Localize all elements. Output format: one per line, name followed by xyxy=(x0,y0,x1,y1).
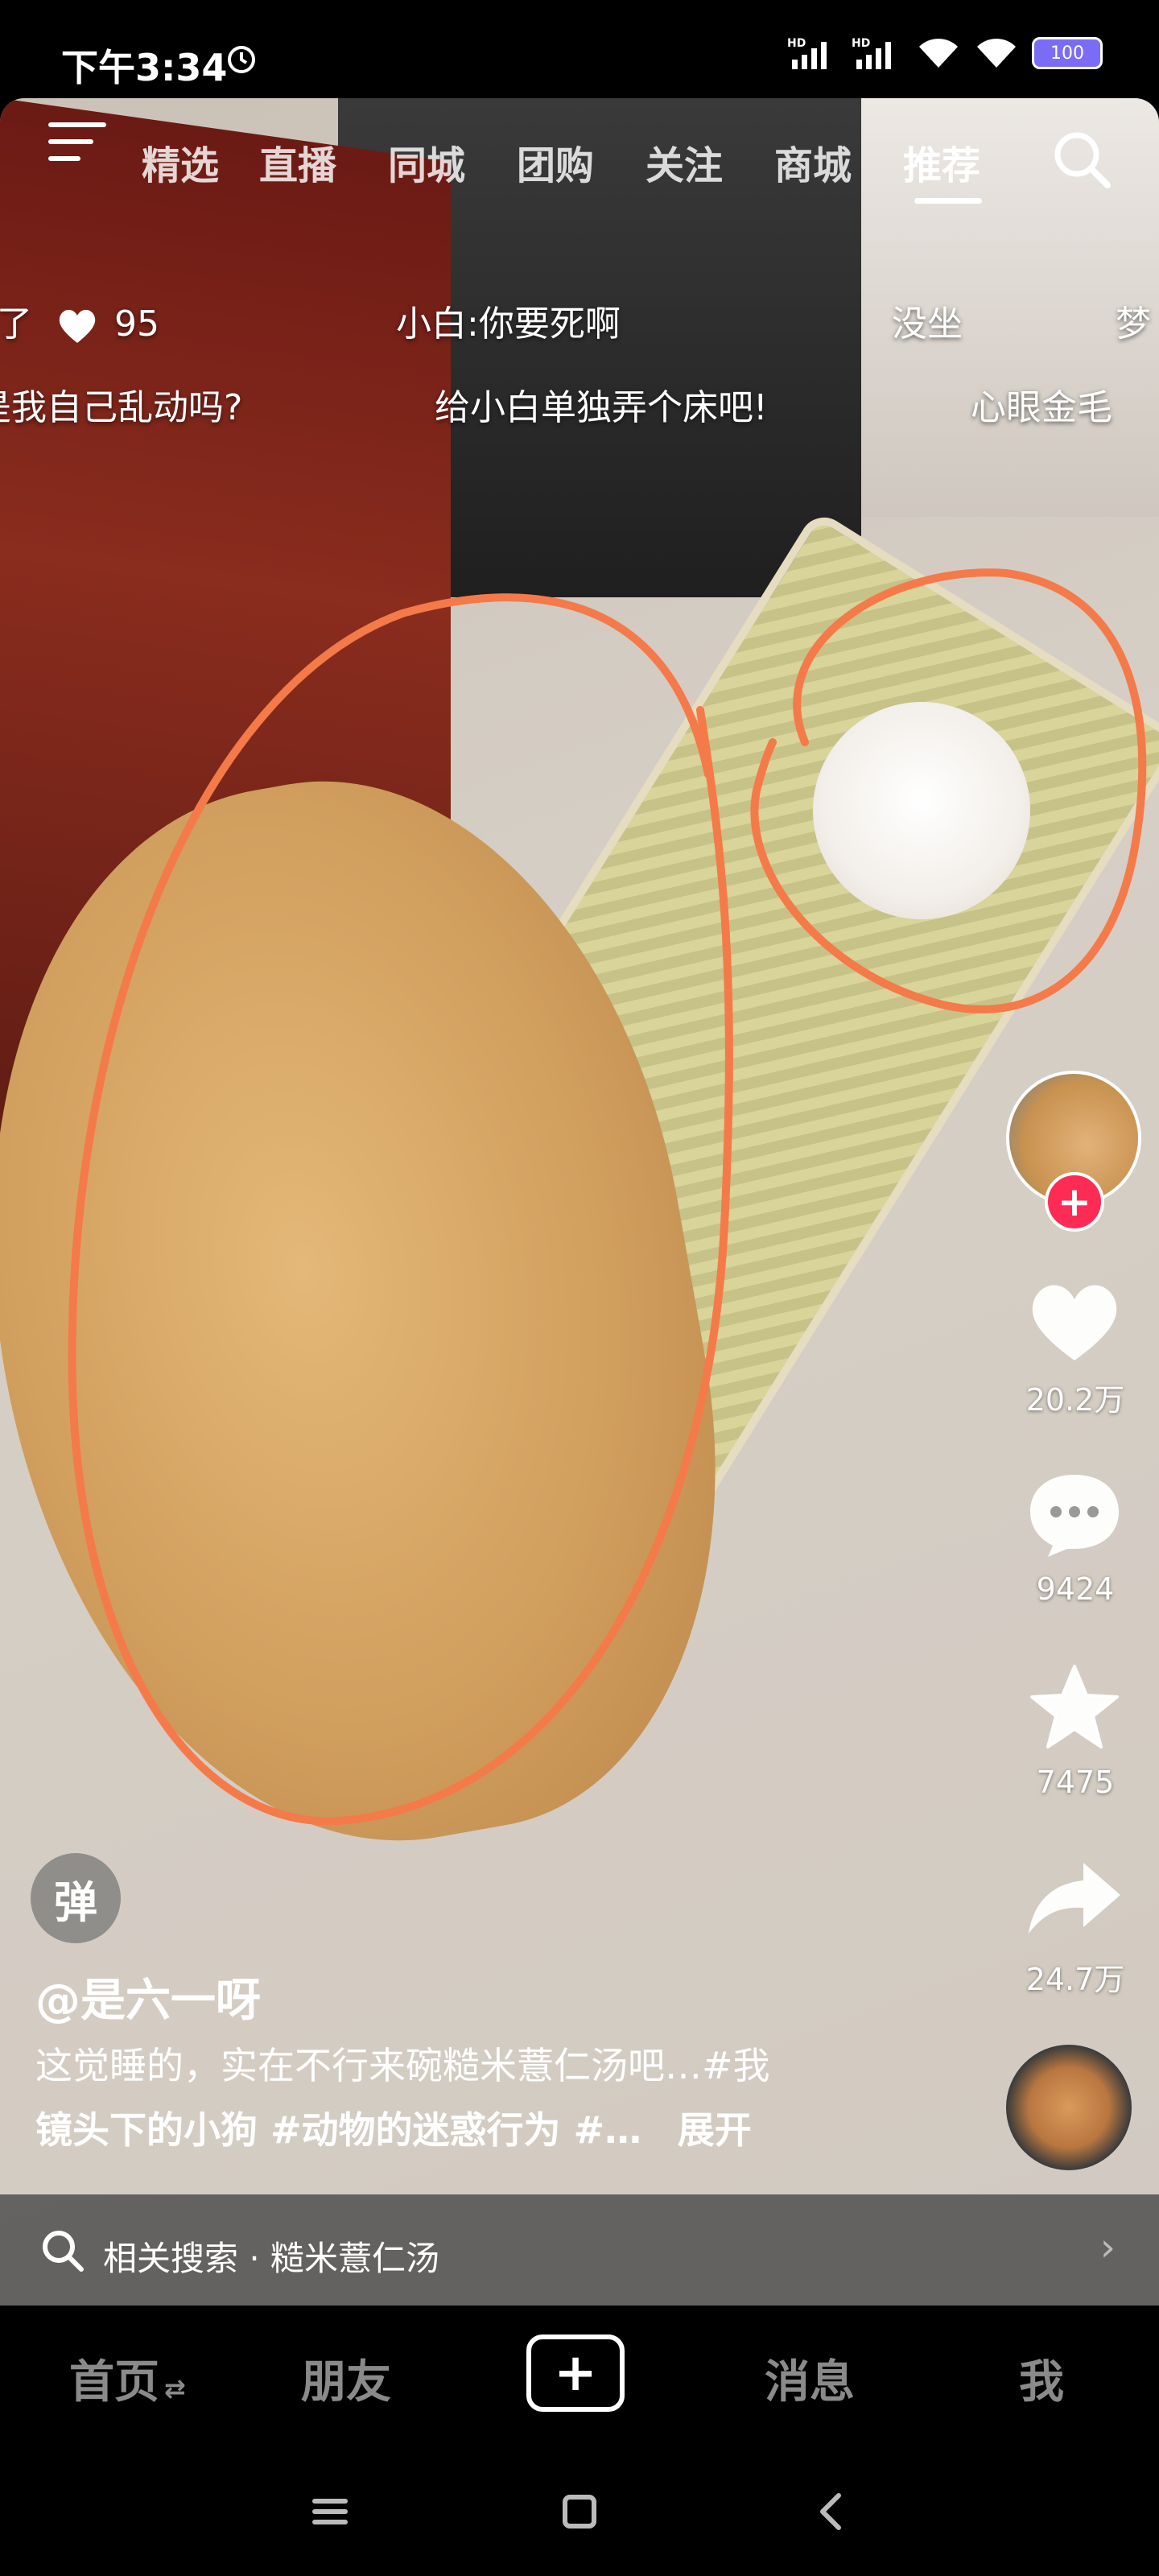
active-tab-indicator xyxy=(914,198,982,204)
danmu-item: 是我自己乱动吗? xyxy=(0,387,243,428)
like-icon[interactable] xyxy=(1024,1277,1125,1365)
status-time: 下午3:34 xyxy=(61,46,228,89)
svg-text:HD: HD xyxy=(787,37,806,50)
nav-home[interactable]: 首页 ⇄ xyxy=(69,2346,186,2411)
danmu-item: 了 95 xyxy=(0,303,159,345)
caption-line-2[interactable]: 镜头下的小狗 #动物的迷惑行为 #… xyxy=(35,2108,641,2152)
wifi-icon xyxy=(919,39,958,68)
swap-icon: ⇄ xyxy=(164,2373,186,2404)
favorite-count: 7475 xyxy=(1036,1765,1115,1800)
danmu-item: 心眼金毛 xyxy=(971,387,1112,428)
chevron-right-icon: › xyxy=(1099,2225,1116,2270)
caption-line-1: 这觉睡的，实在不行来碗糙米薏仁汤吧…#我 xyxy=(35,2044,770,2087)
tab-recommend[interactable]: 推荐 xyxy=(903,134,980,190)
recents-icon[interactable] xyxy=(306,2487,354,2536)
share-count: 24.7万 xyxy=(1025,1962,1125,1997)
danmu-item: 给小白单独弄个床吧! xyxy=(435,387,768,428)
heart-icon xyxy=(59,309,96,343)
comment-icon[interactable] xyxy=(1024,1470,1125,1558)
signal-icon: HD xyxy=(787,37,827,69)
tab-mall[interactable]: 商城 xyxy=(774,134,852,190)
top-nav: 精选 直播 同城 团购 关注 商城 推荐 xyxy=(0,97,1159,204)
favorite-star-icon[interactable] xyxy=(1024,1663,1125,1752)
danmu-item: 梦 xyxy=(1116,303,1151,345)
search-icon xyxy=(43,2231,84,2272)
tab-nearby[interactable]: 同城 xyxy=(388,134,465,190)
status-icons: HD HD 100 xyxy=(787,35,1103,71)
tab-group-buy[interactable]: 团购 xyxy=(517,134,594,190)
home-icon[interactable] xyxy=(555,2487,604,2536)
tab-live[interactable]: 直播 xyxy=(259,134,336,190)
nav-messages[interactable]: 消息 xyxy=(765,2346,855,2411)
follow-button[interactable]: + xyxy=(1045,1172,1104,1232)
screen: 下午3:34 HD HD 100 精选 直播 同城 团购 关注 商城 推荐 了 … xyxy=(0,0,1159,2576)
alarm-icon xyxy=(228,46,255,73)
related-search-bar[interactable]: 相关搜索 · 糙米薏仁汤 › xyxy=(0,2194,1159,2306)
video-caption: 这觉睡的，实在不行来碗糙米薏仁汤吧…#我 镜头下的小狗 #动物的迷惑行为 #… … xyxy=(35,2033,953,2162)
music-disc[interactable] xyxy=(1006,2045,1132,2170)
status-bar: 下午3:34 HD HD 100 xyxy=(0,0,1159,98)
danmu-item: 没坐 xyxy=(892,303,963,345)
tab-following[interactable]: 关注 xyxy=(645,134,723,190)
author-name[interactable]: @是六一呀 xyxy=(35,1964,261,2029)
share-icon[interactable] xyxy=(1024,1856,1125,1945)
comment-count: 9424 xyxy=(1036,1571,1115,1607)
search-icon[interactable] xyxy=(1051,129,1112,190)
back-icon[interactable] xyxy=(808,2487,856,2536)
like-count: 20.2万 xyxy=(1025,1382,1125,1418)
expand-link[interactable]: 展开 xyxy=(678,2108,752,2152)
tab-featured[interactable]: 精选 xyxy=(142,134,219,190)
battery-icon: 100 xyxy=(1032,37,1103,69)
bottom-nav: 首页 ⇄ 朋友 + 消息 我 xyxy=(0,2306,1159,2450)
create-plus-button[interactable]: + xyxy=(526,2334,625,2412)
danmu-item: 小白:你要死啊 xyxy=(396,303,621,345)
nav-me[interactable]: 我 xyxy=(1019,2346,1064,2411)
nav-friends[interactable]: 朋友 xyxy=(301,2346,391,2411)
system-nav-bar xyxy=(0,2450,1159,2576)
signal-icon-2: HD xyxy=(852,37,891,69)
related-search-label: 相关搜索 · 糙米薏仁汤 xyxy=(103,2239,440,2278)
danmu-toggle-button[interactable]: 弹 xyxy=(31,1853,121,1943)
wifi-icon-2 xyxy=(977,39,1016,68)
svg-text:HD: HD xyxy=(852,37,870,50)
menu-icon[interactable] xyxy=(48,121,106,163)
